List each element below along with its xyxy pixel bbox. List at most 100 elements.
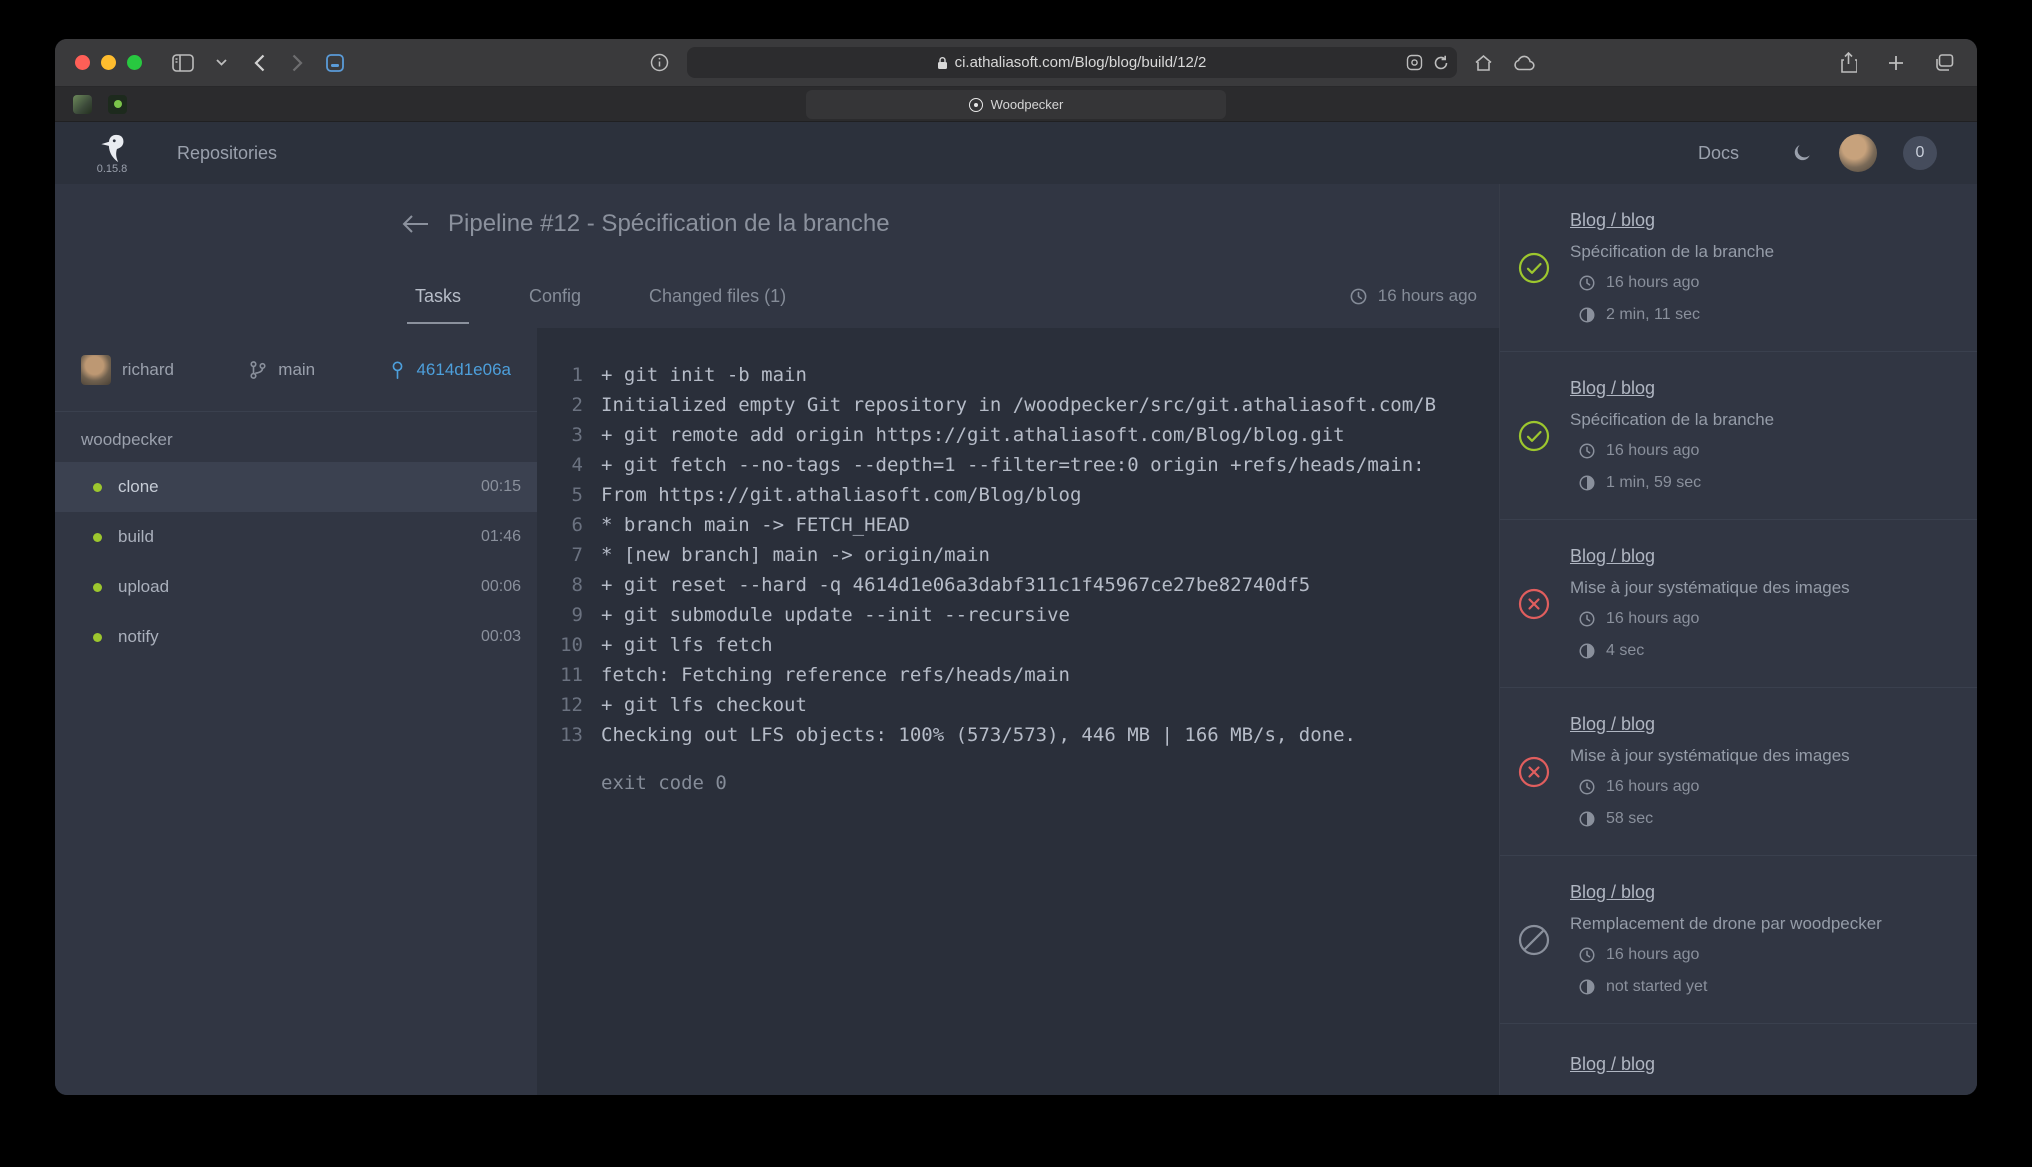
active-tab-title: Woodpecker xyxy=(991,97,1064,112)
line-text: + git submodule update --init --recursiv… xyxy=(583,600,1070,630)
line-text: + git reset --hard -q 4614d1e06a3dabf311… xyxy=(583,570,1310,600)
user-avatar[interactable] xyxy=(1839,134,1877,172)
address-bar[interactable]: ci.athaliasoft.com/Blog/blog/build/12/2 xyxy=(687,47,1457,78)
page-info-icon[interactable] xyxy=(647,50,673,76)
extension-icon[interactable] xyxy=(322,50,348,76)
recent-build-entry[interactable]: Blog / blog Mise à jour systématique des … xyxy=(1500,688,1977,856)
line-number: 7 xyxy=(537,540,583,570)
recent-build-entry[interactable]: Blog / blogRemplacement de drone par woo… xyxy=(1500,856,1977,1024)
recent-build-entry[interactable]: Blog / blogSpécification de la branche 1… xyxy=(1500,352,1977,520)
close-window-button[interactable] xyxy=(75,55,90,70)
build-repo-link[interactable]: Blog / blog xyxy=(1570,208,1655,232)
app-body: Pipeline #12 - Spécification de la branc… xyxy=(55,184,1977,1095)
build-duration: 2 min, 11 sec xyxy=(1570,303,1774,327)
main-column: Pipeline #12 - Spécification de la branc… xyxy=(55,184,1499,1095)
recent-build-entry[interactable]: Blog / blog xyxy=(1500,1024,1977,1095)
line-text: * branch main -> FETCH_HEAD xyxy=(583,510,910,540)
build-message: Mise à jour systématique des images xyxy=(1570,744,1850,767)
task-row-upload[interactable]: upload00:06 xyxy=(55,562,537,612)
build-entry-body: Blog / blog xyxy=(1570,1052,1655,1076)
build-message: Spécification de la branche xyxy=(1570,240,1774,263)
pinned-tab-1[interactable] xyxy=(73,95,92,114)
task-status-dot xyxy=(93,533,102,542)
tab-config[interactable]: Config xyxy=(529,286,581,307)
exit-code: exit code 0 xyxy=(537,768,1499,798)
docs-link[interactable]: Docs xyxy=(1698,143,1739,164)
author-name: richard xyxy=(122,360,174,380)
task-duration: 00:06 xyxy=(481,578,521,596)
build-time: 16 hours ago xyxy=(1570,439,1774,463)
icloud-tabs-icon[interactable] xyxy=(1511,50,1537,76)
line-text: fetch: Fetching reference refs/heads/mai… xyxy=(583,660,1070,690)
task-panel: richard main xyxy=(55,328,537,1095)
console-line: 3+ git remote add origin https://git.ath… xyxy=(537,420,1499,450)
build-status-icon xyxy=(1518,420,1550,452)
console-line: 9+ git submodule update --init --recursi… xyxy=(537,600,1499,630)
pipeline-tabs: TasksConfigChanged files (1) 16 hours ag… xyxy=(55,264,1499,328)
dark-mode-toggle-icon[interactable] xyxy=(1791,142,1813,164)
minimize-window-button[interactable] xyxy=(101,55,116,70)
forward-button[interactable] xyxy=(284,50,310,76)
console-line: 13Checking out LFS objects: 100% (573/57… xyxy=(537,720,1499,750)
clock-icon xyxy=(1578,946,1596,964)
line-number: 8 xyxy=(537,570,583,600)
line-text: + git lfs fetch xyxy=(583,630,773,660)
task-row-build[interactable]: build01:46 xyxy=(55,512,537,562)
console-line: 12+ git lfs checkout xyxy=(537,690,1499,720)
duration-icon xyxy=(1578,810,1596,828)
reload-icon[interactable] xyxy=(1433,55,1449,71)
zoom-window-button[interactable] xyxy=(127,55,142,70)
build-repo-link[interactable]: Blog / blog xyxy=(1570,376,1655,400)
back-button[interactable] xyxy=(246,50,272,76)
pipeline-header: Pipeline #12 - Spécification de la branc… xyxy=(55,184,1499,264)
tab-changed-files-1[interactable]: Changed files (1) xyxy=(649,286,786,307)
woodpecker-logo[interactable]: 0.15.8 xyxy=(83,132,141,175)
toolbar-right xyxy=(1835,50,1957,76)
sidebar-toggle-icon[interactable] xyxy=(170,50,196,76)
task-row-clone[interactable]: clone00:15 xyxy=(55,462,537,512)
commit-author: richard xyxy=(81,355,174,385)
lock-icon xyxy=(937,56,948,70)
build-time: 16 hours ago xyxy=(1570,271,1774,295)
line-number: 1 xyxy=(537,360,583,390)
chevron-down-icon[interactable] xyxy=(208,50,234,76)
notification-badge[interactable]: 0 xyxy=(1903,136,1937,170)
nav-repositories[interactable]: Repositories xyxy=(177,143,277,164)
duration-icon xyxy=(1578,978,1596,996)
recent-build-entry[interactable]: Blog / blogMise à jour systématique des … xyxy=(1500,520,1977,688)
line-number: 12 xyxy=(537,690,583,720)
task-row-notify[interactable]: notify00:03 xyxy=(55,612,537,662)
console-line: 4+ git fetch --no-tags --depth=1 --filte… xyxy=(537,450,1499,480)
console-line: 6* branch main -> FETCH_HEAD xyxy=(537,510,1499,540)
build-time: 16 hours ago xyxy=(1570,943,1882,967)
build-repo-link[interactable]: Blog / blog xyxy=(1570,1052,1655,1076)
pinned-tab-2[interactable] xyxy=(108,95,127,114)
task-status-dot xyxy=(93,583,102,592)
build-repo-link[interactable]: Blog / blog xyxy=(1570,712,1655,736)
active-tab[interactable]: Woodpecker xyxy=(806,90,1226,119)
console-line: 1+ git init -b main xyxy=(537,360,1499,390)
line-text: + git fetch --no-tags --depth=1 --filter… xyxy=(583,450,1425,480)
home-icon[interactable] xyxy=(1471,50,1497,76)
build-entry-body: Blog / blogSpécification de la branche 1… xyxy=(1570,376,1774,495)
url-text: ci.athaliasoft.com/Blog/blog/build/12/2 xyxy=(955,54,1207,71)
build-repo-link[interactable]: Blog / blog xyxy=(1570,544,1655,568)
browser-window: ci.athaliasoft.com/Blog/blog/build/12/2 xyxy=(55,39,1977,1095)
tab-overview-icon[interactable] xyxy=(1931,50,1957,76)
clock-icon xyxy=(1578,778,1596,796)
new-tab-icon[interactable] xyxy=(1883,50,1909,76)
line-text: + git remote add origin https://git.atha… xyxy=(583,420,1345,450)
content-blocker-icon[interactable] xyxy=(1406,54,1423,71)
commit-hash-link[interactable]: 4614d1e06a xyxy=(416,360,511,380)
task-name: clone xyxy=(118,477,159,497)
back-arrow-icon[interactable] xyxy=(400,213,430,235)
build-duration: 1 min, 59 sec xyxy=(1570,471,1774,495)
share-icon[interactable] xyxy=(1835,50,1861,76)
clock-icon xyxy=(1578,274,1596,292)
build-duration: 4 sec xyxy=(1570,639,1850,663)
line-number: 9 xyxy=(537,600,583,630)
build-repo-link[interactable]: Blog / blog xyxy=(1570,880,1655,904)
tab-tasks[interactable]: Tasks xyxy=(415,286,461,307)
console-line: 8+ git reset --hard -q 4614d1e06a3dabf31… xyxy=(537,570,1499,600)
recent-build-entry[interactable]: Blog / blog Spécification de la branche 1… xyxy=(1500,184,1977,352)
